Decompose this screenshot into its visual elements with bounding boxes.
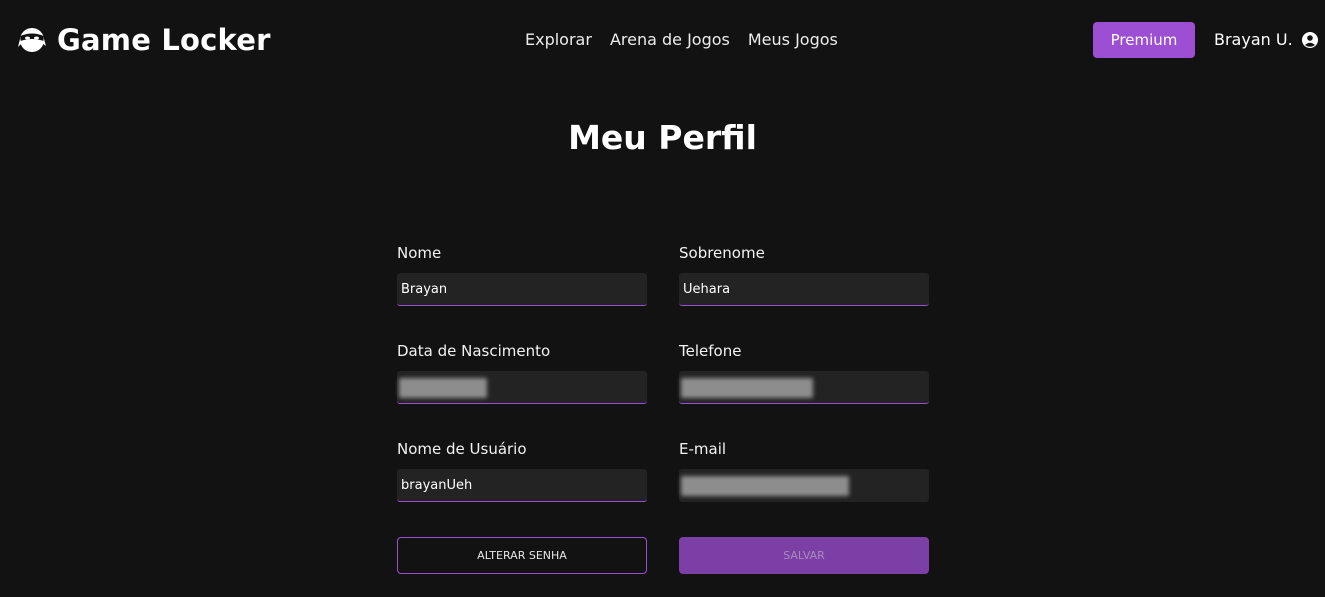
field-nome-de-usuario: Nome de Usuário (397, 438, 647, 502)
brand-name: Game Locker (57, 23, 271, 57)
nome-input[interactable] (397, 273, 647, 306)
sobrenome-label: Sobrenome (679, 244, 765, 262)
page-title: Meu Perfil (568, 118, 757, 157)
main-nav: Explorar Arena de Jogos Meus Jogos (525, 30, 838, 49)
sobrenome-input[interactable] (679, 273, 929, 306)
nome-de-usuario-label: Nome de Usuário (397, 440, 527, 458)
nome-label: Nome (397, 244, 442, 262)
field-sobrenome: Sobrenome (679, 242, 929, 306)
nav-item-explorar[interactable]: Explorar (525, 30, 592, 49)
save-button[interactable]: SALVAR (679, 537, 929, 574)
field-email: E-mail (679, 438, 929, 502)
telefone-label: Telefone (679, 342, 742, 360)
field-telefone: Telefone (679, 340, 929, 404)
nav-item-arena-de-jogos[interactable]: Arena de Jogos (610, 30, 730, 49)
email-label: E-mail (679, 440, 727, 458)
user-circle-icon (1301, 31, 1318, 48)
email-input[interactable] (679, 469, 929, 502)
nav-item-meus-jogos[interactable]: Meus Jogos (748, 30, 838, 49)
field-nome: Nome (397, 242, 647, 306)
data-de-nascimento-label: Data de Nascimento (397, 342, 551, 360)
user-menu[interactable]: Brayan U. (1214, 30, 1318, 49)
data-de-nascimento-input[interactable] (397, 371, 647, 404)
telefone-input[interactable] (679, 371, 929, 404)
nome-de-usuario-input[interactable] (397, 469, 647, 502)
change-password-button[interactable]: ALTERAR SENHA (397, 537, 647, 574)
brand-logo[interactable]: Game Locker (18, 22, 271, 58)
top-navigation-bar: Game Locker Explorar Arena de Jogos Meus… (0, 0, 1325, 80)
user-name: Brayan U. (1214, 30, 1293, 49)
premium-button[interactable]: Premium (1093, 22, 1195, 58)
field-data-de-nascimento: Data de Nascimento (397, 340, 647, 404)
ninja-mask-icon (18, 25, 46, 55)
